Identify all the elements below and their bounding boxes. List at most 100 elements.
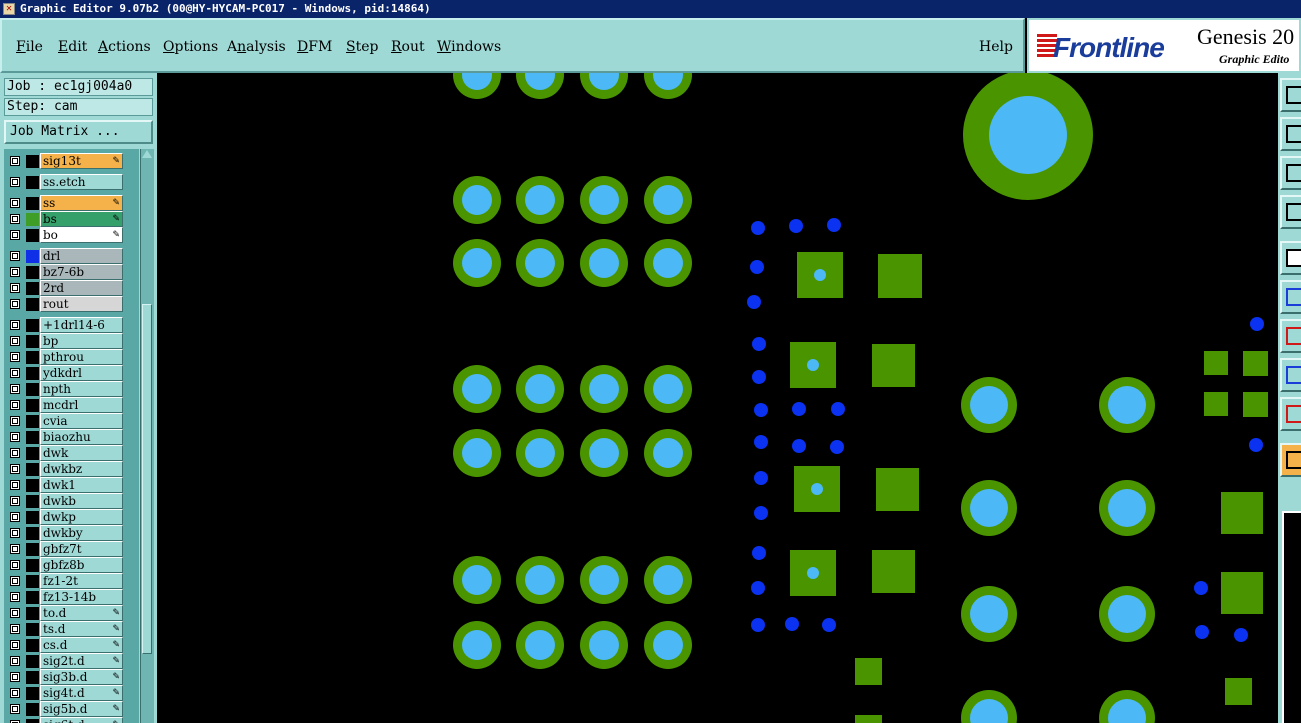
layer-checkbox[interactable] [10, 592, 20, 602]
graphic-canvas[interactable] [157, 73, 1278, 723]
layer-checkbox[interactable] [10, 156, 20, 166]
layer-color-swatch[interactable] [26, 431, 39, 444]
layer-checkbox[interactable] [10, 336, 20, 346]
layer-row[interactable]: biaozhu [4, 429, 139, 445]
layer-name[interactable]: mcdrl [40, 397, 123, 413]
layer-row[interactable]: dwk [4, 445, 139, 461]
layer-color-swatch[interactable] [26, 229, 39, 242]
layer-checkbox[interactable] [10, 384, 20, 394]
layer-checkbox[interactable] [10, 400, 20, 410]
menu-windows[interactable]: Windows [437, 39, 501, 55]
layer-name[interactable]: npth [40, 381, 123, 397]
layer-color-swatch[interactable] [26, 447, 39, 460]
layer-color-swatch[interactable] [26, 383, 39, 396]
layer-name[interactable]: sig2t.d ✎ [40, 653, 123, 669]
layer-color-swatch[interactable] [26, 155, 39, 168]
layer-row[interactable]: bz7-6b [4, 264, 139, 280]
job-matrix-button[interactable]: Job Matrix ... [4, 120, 153, 144]
layer-name[interactable]: +1drl14-6 [40, 317, 123, 333]
layer-color-swatch[interactable] [26, 367, 39, 380]
layer-checkbox[interactable] [10, 214, 20, 224]
layer-row[interactable]: cvia [4, 413, 139, 429]
layer-checkbox[interactable] [10, 672, 20, 682]
layer-row[interactable]: dwk1 [4, 477, 139, 493]
layer-checkbox[interactable] [10, 544, 20, 554]
tool-button[interactable] [1280, 156, 1301, 190]
layer-name[interactable]: dwkb [40, 493, 123, 509]
layer-name[interactable]: dwkp [40, 509, 123, 525]
layer-checkbox[interactable] [10, 416, 20, 426]
tool-button[interactable] [1280, 397, 1301, 431]
layer-color-swatch[interactable] [26, 543, 39, 556]
menu-file[interactable]: File [16, 39, 43, 55]
layer-checkbox[interactable] [10, 624, 20, 634]
layer-color-swatch[interactable] [26, 719, 39, 723]
layer-checkbox[interactable] [10, 608, 20, 618]
layer-row[interactable]: cs.d ✎ [4, 637, 139, 653]
layer-name[interactable]: ts.d ✎ [40, 621, 123, 637]
tool-button[interactable] [1280, 319, 1301, 353]
layer-row[interactable]: drl [4, 248, 139, 264]
layer-color-swatch[interactable] [26, 687, 39, 700]
layer-color-swatch[interactable] [26, 559, 39, 572]
layer-row[interactable]: sig4t.d ✎ [4, 685, 139, 701]
layer-color-swatch[interactable] [26, 607, 39, 620]
layer-checkbox[interactable] [10, 177, 20, 187]
layer-color-swatch[interactable] [26, 197, 39, 210]
layer-name[interactable]: drl [40, 248, 123, 264]
layer-checkbox[interactable] [10, 528, 20, 538]
layer-name[interactable]: fz1-2t [40, 573, 123, 589]
layer-checkbox[interactable] [10, 704, 20, 714]
layer-color-swatch[interactable] [26, 639, 39, 652]
layer-row[interactable]: ydkdrl [4, 365, 139, 381]
layer-name[interactable]: dwkbz [40, 461, 123, 477]
layer-checkbox[interactable] [10, 480, 20, 490]
layer-color-swatch[interactable] [26, 703, 39, 716]
layer-row[interactable]: dwkp [4, 509, 139, 525]
layer-color-swatch[interactable] [26, 575, 39, 588]
tool-button[interactable] [1280, 241, 1301, 275]
layer-color-swatch[interactable] [26, 319, 39, 332]
tool-button[interactable] [1280, 78, 1301, 112]
layer-scrollbar[interactable] [140, 149, 154, 723]
layer-color-swatch[interactable] [26, 176, 39, 189]
layer-name[interactable]: bp [40, 333, 123, 349]
layer-name[interactable]: sig3b.d ✎ [40, 669, 123, 685]
layer-row[interactable]: bo ✎ [4, 227, 139, 243]
layer-row[interactable]: ts.d ✎ [4, 621, 139, 637]
layer-name[interactable]: bs ✎ [40, 211, 123, 227]
layer-checkbox[interactable] [10, 320, 20, 330]
layer-row[interactable]: +1drl14-6 [4, 317, 139, 333]
layer-row[interactable]: sig6t.d ✎ [4, 717, 139, 723]
layer-name[interactable]: bo ✎ [40, 227, 123, 243]
menu-step[interactable]: Step [346, 39, 378, 55]
layer-color-swatch[interactable] [26, 495, 39, 508]
layer-color-swatch[interactable] [26, 655, 39, 668]
layer-color-swatch[interactable] [26, 623, 39, 636]
layer-checkbox[interactable] [10, 198, 20, 208]
layer-name[interactable]: 2rd [40, 280, 123, 296]
layer-color-swatch[interactable] [26, 282, 39, 295]
layer-checkbox[interactable] [10, 432, 20, 442]
layer-row[interactable]: sig2t.d ✎ [4, 653, 139, 669]
layer-checkbox[interactable] [10, 688, 20, 698]
layer-color-swatch[interactable] [26, 511, 39, 524]
layer-name[interactable]: sig13t ✎ [40, 153, 123, 169]
layer-row[interactable]: rout [4, 296, 139, 312]
menu-actions[interactable]: Actions [98, 39, 151, 55]
layer-checkbox[interactable] [10, 251, 20, 261]
scroll-thumb[interactable] [142, 304, 152, 654]
layer-row[interactable]: ss.etch [4, 174, 139, 190]
layer-row[interactable]: bp [4, 333, 139, 349]
layer-row[interactable]: bs ✎ [4, 211, 139, 227]
pcb-view[interactable] [157, 73, 1278, 723]
layer-color-swatch[interactable] [26, 213, 39, 226]
menu-options[interactable]: Options [163, 39, 218, 55]
layer-checkbox[interactable] [10, 283, 20, 293]
layer-name[interactable]: dwk1 [40, 477, 123, 493]
layer-row[interactable]: mcdrl [4, 397, 139, 413]
layer-row[interactable]: sig5b.d ✎ [4, 701, 139, 717]
layer-color-swatch[interactable] [26, 415, 39, 428]
layer-name[interactable]: bz7-6b [40, 264, 123, 280]
tool-button[interactable] [1280, 280, 1301, 314]
